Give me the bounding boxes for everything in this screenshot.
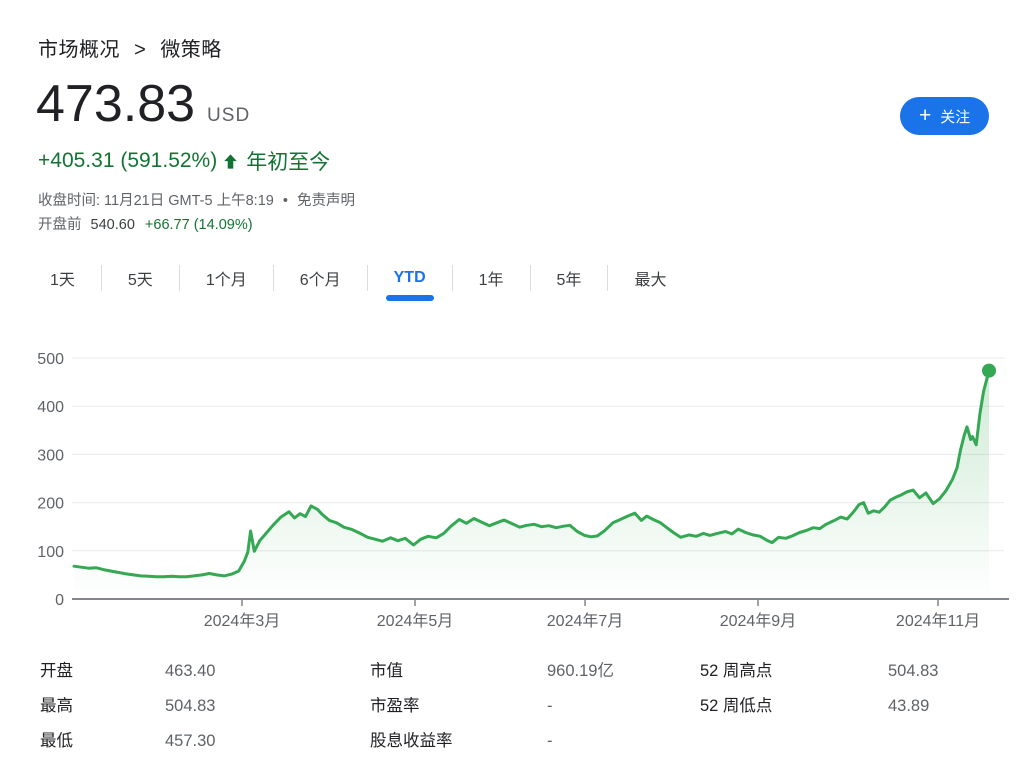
current-price: 473.83 xyxy=(36,78,195,130)
price-change-row: +405.31 (591.52%) 年初至今 xyxy=(38,146,330,176)
svg-text:200: 200 xyxy=(37,496,64,513)
stat-value: 960.19亿 xyxy=(547,662,614,682)
price-chart[interactable]: 0 100 200 300 400 500 2024年3月 2024年5月 2024年7月 202… xyxy=(0,340,1024,640)
tab-6m[interactable]: 6个月 xyxy=(274,256,367,300)
svg-text:2024年7月: 2024年7月 xyxy=(547,612,624,630)
stat-value: 457.30 xyxy=(165,732,215,752)
stat-value: 43.89 xyxy=(888,697,929,717)
price-row: 473.83 USD xyxy=(36,78,250,130)
tab-1y[interactable]: 1年 xyxy=(453,256,530,300)
stat-label: 最低 xyxy=(40,732,73,752)
premarket-price: 540.60 xyxy=(91,217,135,233)
svg-text:0: 0 xyxy=(55,592,64,609)
svg-text:500: 500 xyxy=(37,351,64,368)
stat-label: 股息收益率 xyxy=(370,732,453,752)
stat-label: 52 周高点 xyxy=(700,662,772,682)
svg-text:300: 300 xyxy=(37,447,64,464)
svg-text:2024年11月: 2024年11月 xyxy=(896,612,980,630)
breadcrumb-market-overview-link[interactable]: 市场概况 xyxy=(38,39,120,61)
svg-text:2024年3月: 2024年3月 xyxy=(204,612,281,630)
svg-text:400: 400 xyxy=(37,399,64,416)
tab-max[interactable]: 最大 xyxy=(608,256,692,300)
stat-label: 52 周低点 xyxy=(700,697,772,717)
tab-5d[interactable]: 5天 xyxy=(102,256,179,300)
svg-text:2024年5月: 2024年5月 xyxy=(377,612,454,630)
disclaimer-link[interactable]: 免责声明 xyxy=(297,193,355,209)
time-range-tabs: 1天 5天 1个月 6个月 YTD 1年 5年 最大 xyxy=(24,256,692,300)
breadcrumb-separator: > xyxy=(134,39,146,61)
finance-quote-page: 市场概况 > 微策略 473.83 USD + 关注 +405.31 (591.… xyxy=(0,0,1024,775)
close-info-row: 收盘时间: 11月21日 GMT-5 上午8:19 • 免责声明 xyxy=(38,189,355,210)
stat-value: 504.83 xyxy=(888,662,938,682)
stat-label: 市值 xyxy=(370,662,403,682)
tab-1d[interactable]: 1天 xyxy=(24,256,101,300)
close-info-text: 收盘时间: 11月21日 GMT-5 上午8:19 xyxy=(38,193,274,209)
stat-value: - xyxy=(547,732,553,752)
currency-code: USD xyxy=(207,105,250,127)
stat-label: 最高 xyxy=(40,697,73,717)
svg-text:2024年9月: 2024年9月 xyxy=(720,612,797,630)
stat-value: - xyxy=(547,697,553,717)
tab-5y[interactable]: 5年 xyxy=(531,256,608,300)
price-change-value: +405.31 (591.52%) xyxy=(38,149,217,173)
premarket-label: 开盘前 xyxy=(38,217,82,233)
stat-label: 市盈率 xyxy=(370,697,420,717)
tab-ytd[interactable]: YTD xyxy=(368,256,452,300)
dot-separator: • xyxy=(283,193,288,209)
stat-value: 504.83 xyxy=(165,697,215,717)
breadcrumb-security-name: 微策略 xyxy=(160,39,222,61)
stock-chart-svg[interactable]: 0 100 200 300 400 500 2024年3月 2024年5月 2024年7月 202… xyxy=(0,340,1024,640)
premarket-row: 开盘前 540.60 +66.77 (14.09%) xyxy=(38,213,253,234)
plus-icon: + xyxy=(919,105,931,126)
follow-button-label: 关注 xyxy=(940,106,970,127)
up-arrow-icon xyxy=(221,152,240,171)
stat-label: 开盘 xyxy=(40,662,73,682)
breadcrumb: 市场概况 > 微策略 xyxy=(38,33,222,62)
price-change-period: 年初至今 xyxy=(246,146,330,176)
tab-1m[interactable]: 1个月 xyxy=(180,256,273,300)
svg-text:100: 100 xyxy=(37,544,64,561)
stat-value: 463.40 xyxy=(165,662,215,682)
follow-button[interactable]: + 关注 xyxy=(900,97,989,135)
premarket-change: +66.77 (14.09%) xyxy=(145,217,253,233)
